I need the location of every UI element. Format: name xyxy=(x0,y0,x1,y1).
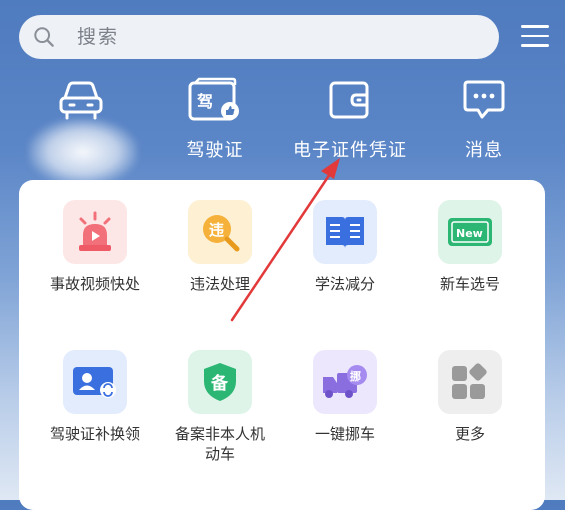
svg-text:违: 违 xyxy=(209,221,224,239)
service-label: 一键挪车 xyxy=(314,425,375,443)
book-icon xyxy=(326,217,364,248)
car-icon xyxy=(59,81,103,120)
svg-text:驾: 驾 xyxy=(196,92,213,111)
service-violation[interactable]: 违 违法处理 xyxy=(160,200,280,294)
service-tile xyxy=(63,200,127,264)
service-label: 更多 xyxy=(454,425,485,443)
violation-search-icon: 违 xyxy=(203,215,240,252)
truck-icon: 挪 xyxy=(323,365,367,398)
search-icon xyxy=(34,27,54,47)
redacted-area xyxy=(28,118,138,186)
search-input[interactable] xyxy=(75,25,439,49)
top-nav-label: 消息 xyxy=(465,140,503,161)
menu-line xyxy=(521,25,549,28)
top-nav-e-certificate[interactable]: 电子证件凭证 xyxy=(290,74,410,162)
top-nav-label: 驾驶证 xyxy=(186,140,244,161)
service-label: 备案非本人机动车 xyxy=(174,425,265,463)
search-bar[interactable] xyxy=(19,15,499,59)
menu-line xyxy=(521,34,549,37)
service-tile xyxy=(313,200,377,264)
service-vehicle-record[interactable]: 备 备案非本人机动车 xyxy=(160,350,280,464)
service-move-car[interactable]: 挪 一键挪车 xyxy=(285,350,405,444)
alarm-siren-icon xyxy=(79,211,111,251)
top-nav-messages[interactable]: 消息 xyxy=(424,74,544,162)
service-tile: 违 xyxy=(188,200,252,264)
svg-text:New: New xyxy=(456,227,483,240)
service-tile: New xyxy=(438,200,502,264)
service-label: 新车选号 xyxy=(439,275,500,293)
service-study-law[interactable]: 学法减分 xyxy=(285,200,405,294)
new-plate-icon: New xyxy=(448,218,492,246)
service-tile xyxy=(438,350,502,414)
service-new-car-number[interactable]: New 新车选号 xyxy=(410,200,530,294)
service-label: 学法减分 xyxy=(314,275,375,293)
service-tile xyxy=(63,350,127,414)
top-nav-label: 电子证件凭证 xyxy=(293,140,407,161)
services-card: 事故视频快处 违 违法处理 学法减分 New 新车选号 驾驶证补换领 备 备案非… xyxy=(19,180,545,510)
wallet-icon xyxy=(329,81,369,119)
message-icon xyxy=(463,80,505,119)
menu-button[interactable] xyxy=(521,25,549,49)
service-tile: 挪 xyxy=(313,350,377,414)
menu-line xyxy=(521,44,549,47)
service-more[interactable]: 更多 xyxy=(410,350,530,444)
more-grid-icon xyxy=(452,363,487,399)
service-license-replace[interactable]: 驾驶证补换领 xyxy=(35,350,155,444)
id-card-icon xyxy=(73,367,116,398)
service-label: 驾驶证补换领 xyxy=(49,425,140,443)
service-label: 事故视频快处 xyxy=(49,275,140,293)
top-nav-license[interactable]: 驾 驾驶证 xyxy=(155,74,275,162)
service-tile: 备 xyxy=(188,350,252,414)
svg-text:挪: 挪 xyxy=(350,369,361,383)
service-label: 违法处理 xyxy=(189,275,250,293)
license-icon: 驾 xyxy=(188,77,239,121)
shield-icon: 备 xyxy=(204,363,236,401)
svg-text:备: 备 xyxy=(210,373,229,394)
service-accident-video[interactable]: 事故视频快处 xyxy=(35,200,155,294)
